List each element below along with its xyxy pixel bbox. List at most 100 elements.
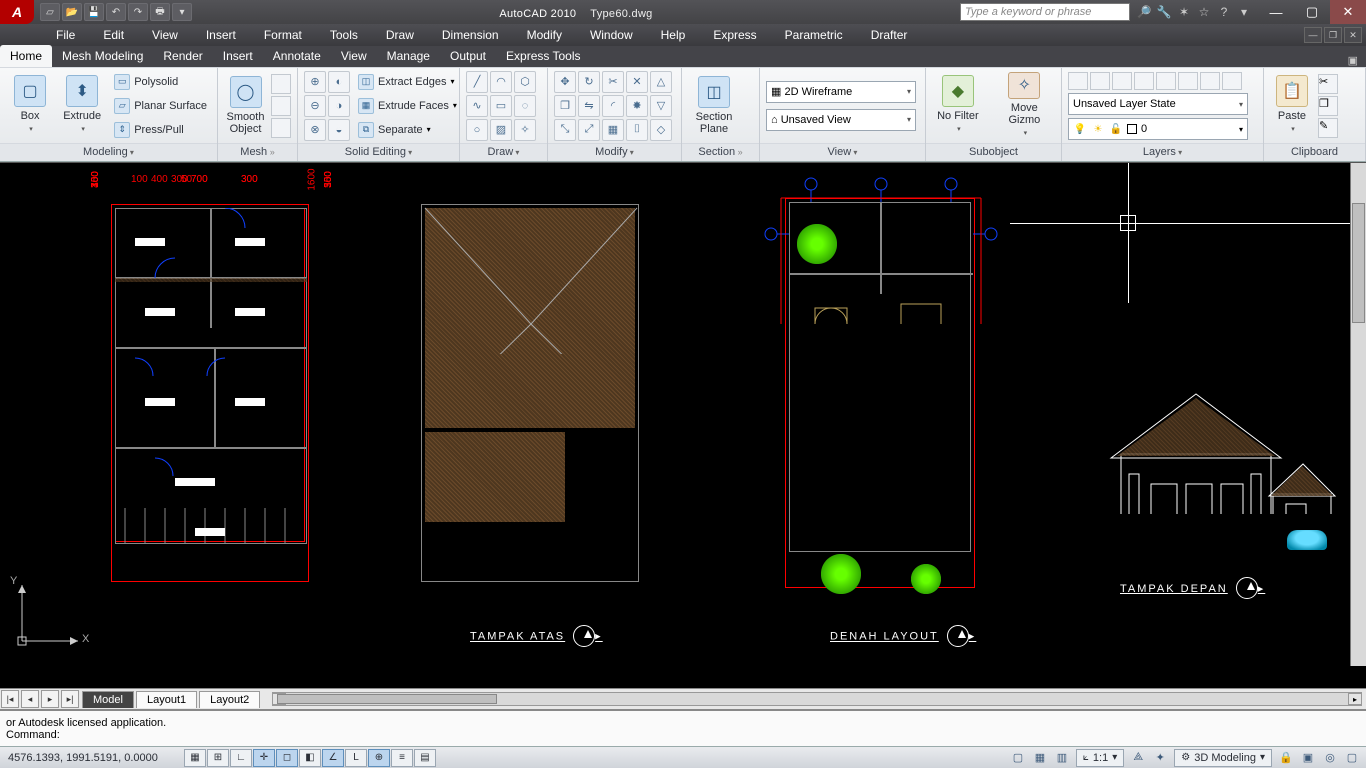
mdi-restore-button[interactable]: ❐ (1324, 27, 1342, 43)
saved-view-dropdown[interactable]: ⌂ Unsaved View (766, 109, 916, 131)
modify-15-button[interactable]: ◇ (650, 119, 672, 141)
box-button[interactable]: ▢Box (6, 71, 54, 141)
rectangle-button[interactable]: ▭ (490, 95, 512, 117)
modify-13-button[interactable]: △ (650, 71, 672, 93)
copy-button[interactable]: ❐ (554, 95, 576, 117)
command-line[interactable]: or Autodesk licensed application. Comman… (0, 710, 1366, 746)
menu-view[interactable]: View (140, 25, 190, 45)
window-close-button[interactable]: ✕ (1330, 0, 1366, 24)
window-maximize-button[interactable]: ▢ (1294, 0, 1330, 24)
modeling-panel-title[interactable]: Modeling (83, 146, 134, 158)
quickview-drawings-button[interactable]: ▥ (1054, 750, 1070, 766)
copy-clip-button[interactable]: ❐ (1318, 96, 1338, 116)
horizontal-scrollbar[interactable]: ◂▸ (272, 692, 1362, 706)
infocenter-key-icon[interactable]: 🔧 (1156, 4, 1172, 20)
match-button[interactable]: ✎ (1318, 118, 1338, 138)
extrude-faces-button[interactable]: ▦Extrude Faces▾ (354, 95, 461, 117)
layer-state-dropdown[interactable]: Unsaved Layer State (1068, 93, 1248, 115)
ribbon-collapse-button[interactable]: ▣ (1340, 54, 1366, 67)
ribbon-tab-view[interactable]: View (331, 45, 377, 67)
menu-edit[interactable]: Edit (91, 25, 136, 45)
explode-button[interactable]: ✸ (626, 95, 648, 117)
drawing-area[interactable]: 700 400 300 50 350 100 400 100 750 300 3… (0, 162, 1366, 688)
smooth-object-button[interactable]: ◯Smooth Object (224, 71, 267, 141)
model-paper-toggle[interactable]: ▢ (1010, 750, 1026, 766)
qp-toggle[interactable]: ▤ (414, 749, 436, 767)
isolate-objects-button[interactable]: ◎ (1322, 750, 1338, 766)
ducs-toggle[interactable]: L (345, 749, 367, 767)
visual-style-dropdown[interactable]: ▦ 2D Wireframe (766, 81, 916, 103)
menu-drafter[interactable]: Drafter (859, 25, 920, 45)
menu-window[interactable]: Window (578, 25, 645, 45)
layer-tool-1-button[interactable] (1068, 72, 1088, 90)
polyline-button[interactable]: ∿ (466, 95, 488, 117)
extrude-button[interactable]: ⬍Extrude (58, 71, 106, 141)
ribbon-tab-home[interactable]: Home (0, 45, 52, 67)
menu-parametric[interactable]: Parametric (773, 25, 855, 45)
scale-button[interactable]: ⤢ (578, 119, 600, 141)
infocenter-binoculars-icon[interactable]: 🔎 (1136, 4, 1152, 20)
union-button[interactable]: ⊕ (304, 71, 326, 93)
clean-screen-button[interactable]: ▢ (1344, 750, 1360, 766)
hardware-accel-button[interactable]: ▣ (1300, 750, 1316, 766)
menu-file[interactable]: File (44, 25, 87, 45)
hatch-button[interactable]: ▨ (490, 119, 512, 141)
trim-button[interactable]: ✂ (602, 71, 624, 93)
fillet-button[interactable]: ◜ (602, 95, 624, 117)
layers-panel-title[interactable]: Layers (1143, 146, 1182, 158)
separate-button[interactable]: ⧉Separate▾ (354, 119, 461, 141)
qat-undo-icon[interactable]: ↶ (106, 3, 126, 21)
move-button[interactable]: ✥ (554, 71, 576, 93)
window-minimize-button[interactable]: — (1258, 0, 1294, 24)
tab-nav-first-button[interactable]: |◂ (1, 690, 19, 708)
modify-14-button[interactable]: ▽ (650, 95, 672, 117)
rotate-button[interactable]: ↻ (578, 71, 600, 93)
tab-nav-prev-button[interactable]: ◂ (21, 690, 39, 708)
workspace-switching-dropdown[interactable]: ⚙ 3D Modeling ▾ (1174, 749, 1272, 767)
tab-nav-last-button[interactable]: ▸| (61, 690, 79, 708)
lwt-toggle[interactable]: ≡ (391, 749, 413, 767)
circle-button[interactable]: ○ (466, 119, 488, 141)
menu-tools[interactable]: Tools (318, 25, 370, 45)
menu-format[interactable]: Format (252, 25, 314, 45)
ribbon-tab-output[interactable]: Output (440, 45, 496, 67)
no-filter-button[interactable]: ◆No Filter (932, 71, 984, 141)
array-button[interactable]: ▦ (602, 119, 624, 141)
layer-tool-4-button[interactable] (1134, 72, 1154, 90)
infocenter-dd-icon[interactable]: ▾ (1236, 4, 1252, 20)
menu-express[interactable]: Express (701, 25, 768, 45)
se-a-button[interactable]: ◐ (328, 71, 350, 93)
grid-toggle[interactable]: ⊞ (207, 749, 229, 767)
mesh-panel-title[interactable]: Mesh (240, 146, 274, 158)
infocenter-help-icon[interactable]: ? (1216, 4, 1232, 20)
mirror-button[interactable]: ⇋ (578, 95, 600, 117)
quickview-layouts-button[interactable]: ▦ (1032, 750, 1048, 766)
qat-print-icon[interactable]: 🖶 (150, 3, 170, 21)
cut-button[interactable]: ✂ (1318, 74, 1338, 94)
erase-button[interactable]: ✕ (626, 71, 648, 93)
section-panel-title[interactable]: Section (698, 146, 742, 158)
menu-insert[interactable]: Insert (194, 25, 248, 45)
ribbon-tab-annotate[interactable]: Annotate (263, 45, 331, 67)
se-b-button[interactable]: ◑ (328, 95, 350, 117)
mesh-more-2-button[interactable] (271, 96, 291, 116)
presspull-button[interactable]: ⇕Press/Pull (110, 119, 211, 141)
current-layer-dropdown[interactable]: 💡 ☀ 🔓 0 ▾ (1068, 118, 1248, 140)
mdi-close-button[interactable]: ✕ (1344, 27, 1362, 43)
modify-panel-title[interactable]: Modify (595, 146, 634, 158)
annotation-visibility-button[interactable]: ⟁ (1130, 750, 1146, 766)
move-gizmo-button[interactable]: ✧Move Gizmo (994, 71, 1055, 141)
qat-open-icon[interactable]: 📂 (62, 3, 82, 21)
polysolid-button[interactable]: ▭Polysolid (110, 71, 211, 93)
menu-modify[interactable]: Modify (515, 25, 574, 45)
mesh-more-3-button[interactable] (271, 118, 291, 138)
ribbon-tab-express[interactable]: Express Tools (496, 45, 590, 67)
layer-tool-2-button[interactable] (1090, 72, 1110, 90)
qat-save-icon[interactable]: 💾 (84, 3, 104, 21)
draw-9-button[interactable]: ✧ (514, 119, 536, 141)
layer-tool-8-button[interactable] (1222, 72, 1242, 90)
mesh-more-1-button[interactable] (271, 74, 291, 94)
qat-redo-icon[interactable]: ↷ (128, 3, 148, 21)
mdi-minimize-button[interactable]: — (1304, 27, 1322, 43)
osnap-toggle[interactable]: ◻ (276, 749, 298, 767)
